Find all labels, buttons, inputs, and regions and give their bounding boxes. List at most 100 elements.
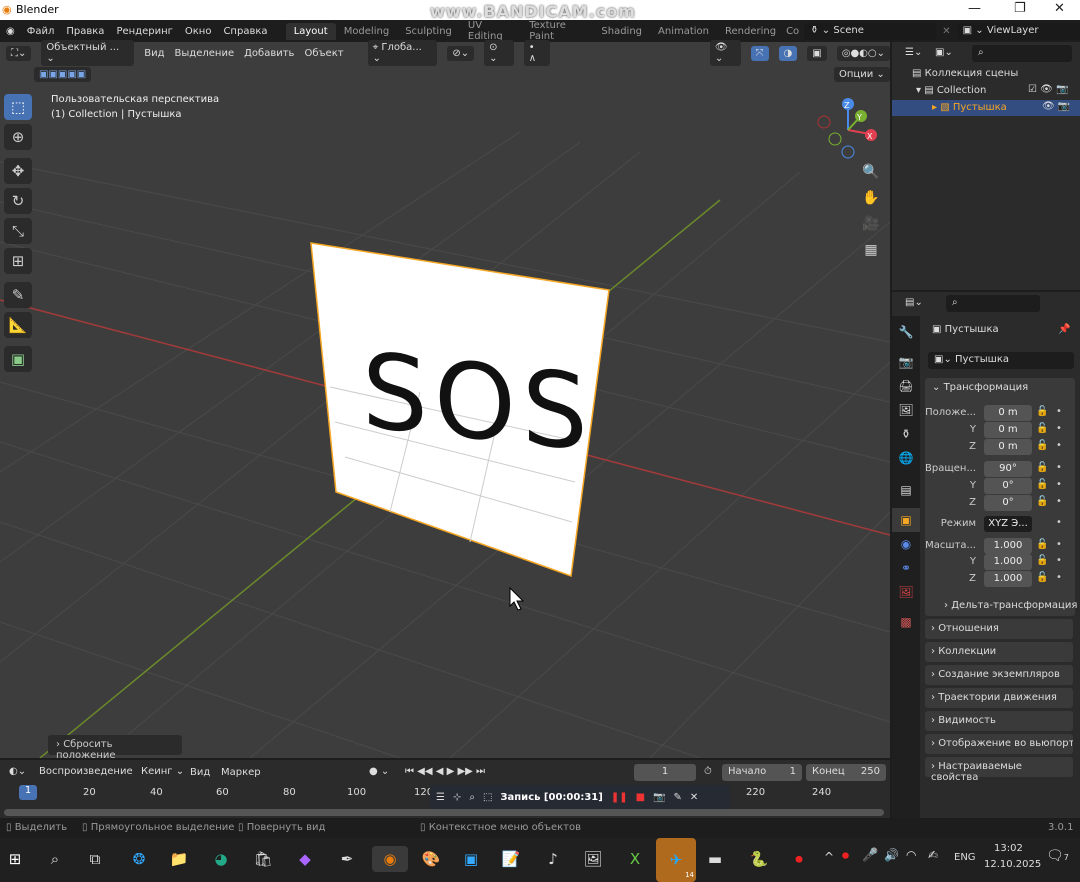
scene-close-icon[interactable]: ✕ bbox=[936, 26, 956, 37]
visibility-icon[interactable]: 👁⌄ bbox=[709, 40, 741, 66]
pen-icon[interactable]: ✍ bbox=[928, 848, 938, 862]
wifi-icon[interactable]: ◠ bbox=[906, 848, 916, 862]
viewlayer-selector[interactable]: ▣ ⌄ ViewLayer bbox=[956, 22, 1080, 40]
lock-icon[interactable]: 🔓 bbox=[1036, 406, 1048, 417]
xray-icon[interactable]: ▣ bbox=[807, 45, 827, 61]
end-frame-field[interactable]: Конец 250 bbox=[806, 764, 886, 781]
edge-icon[interactable]: ◕ bbox=[208, 846, 234, 872]
current-frame-field[interactable]: 1 bbox=[634, 764, 696, 781]
app-icon[interactable]: ✒ bbox=[334, 846, 360, 872]
object-name-field[interactable]: ▣⌄ Пустышка bbox=[928, 352, 1074, 369]
rotation-y-field[interactable]: 0° bbox=[984, 478, 1032, 494]
transform-tool-icon[interactable]: ⊞ bbox=[4, 248, 32, 274]
lock-icon[interactable]: 🔓 bbox=[1036, 496, 1048, 507]
properties-editor-type-icon[interactable]: ▤⌄ bbox=[900, 295, 928, 310]
options-button[interactable]: Опции ⌄ bbox=[834, 67, 890, 82]
menu-window[interactable]: Окно bbox=[179, 26, 218, 37]
panel-viewport-display[interactable]: › Отображение во вьюпорте bbox=[925, 734, 1073, 754]
scale-y-field[interactable]: 1.000 bbox=[984, 554, 1032, 570]
bandicam-icon[interactable]: ⏺ bbox=[786, 846, 812, 872]
menu-select[interactable]: Выделение bbox=[175, 48, 235, 59]
app-icon[interactable]: 🖼 bbox=[580, 846, 606, 872]
microphone-icon[interactable]: 🎤 bbox=[862, 848, 878, 863]
region-icon[interactable]: ⬚ bbox=[483, 792, 492, 803]
stop-icon[interactable]: ■ bbox=[636, 792, 645, 803]
shading-modes-icon[interactable]: ◎●◐○⌄ bbox=[836, 45, 890, 61]
rotate-tool-icon[interactable]: ↻ bbox=[4, 188, 32, 214]
app-icon[interactable]: 🎨 bbox=[418, 846, 444, 872]
zoom-view-icon[interactable]: 🔍 bbox=[860, 164, 882, 186]
keyframe-dot-icon[interactable]: • bbox=[1056, 462, 1062, 473]
volume-icon[interactable]: 🔊 bbox=[884, 848, 899, 862]
zoom-icon[interactable]: ⌕ bbox=[469, 792, 475, 803]
texture-tab-icon[interactable]: ▩ bbox=[892, 610, 920, 634]
editor-type-icon[interactable]: ⛶⌄ bbox=[6, 45, 32, 61]
app-icon[interactable]: ❂ bbox=[126, 846, 152, 872]
location-z-field[interactable]: 0 m bbox=[984, 439, 1032, 455]
object-toggles[interactable]: 👁 📷 bbox=[1042, 101, 1070, 112]
object-row-selected[interactable]: ▸ ▧ Пустышка 👁 📷 bbox=[892, 100, 1080, 116]
panel-relations[interactable]: › Отношения bbox=[925, 619, 1073, 639]
navigation-gizmo[interactable]: Z X Y bbox=[817, 98, 877, 159]
add-cube-tool-icon[interactable]: ▣ bbox=[4, 346, 32, 372]
panel-visibility[interactable]: › Видимость bbox=[925, 711, 1073, 731]
minimize-button[interactable]: — bbox=[968, 1, 981, 16]
output-tab-icon[interactable]: 🖨 bbox=[892, 374, 920, 398]
proportional-edit-icon[interactable]: • ∧ bbox=[523, 40, 550, 66]
panel-collections[interactable]: › Коллекции bbox=[925, 642, 1073, 662]
view-layer-tab-icon[interactable]: 🖼 bbox=[892, 398, 920, 422]
tray-record-icon[interactable]: ⏺ bbox=[842, 848, 849, 864]
keyframe-dot-icon[interactable]: • bbox=[1056, 440, 1062, 451]
tool-tab-icon[interactable]: 🔧 bbox=[892, 320, 920, 344]
pin-icon[interactable]: 📌 bbox=[1058, 324, 1070, 335]
scale-z-field[interactable]: 1.000 bbox=[984, 571, 1032, 587]
telegram-icon[interactable]: ✈ 14 bbox=[656, 838, 696, 882]
scale-x-field[interactable]: 1.000 bbox=[984, 538, 1032, 554]
menu-object[interactable]: Объект bbox=[304, 48, 343, 59]
task-view-icon[interactable]: ⧉ bbox=[82, 846, 108, 872]
menu-add[interactable]: Добавить bbox=[244, 48, 294, 59]
outliner-display-icon[interactable]: ☰⌄ bbox=[900, 45, 928, 60]
measure-tool-icon[interactable]: 📐 bbox=[4, 312, 32, 338]
orientation-selector[interactable]: ⌖ Глоба... ⌄ bbox=[367, 40, 438, 66]
blender-menu-icon[interactable]: ◉ bbox=[0, 26, 21, 37]
menu-file[interactable]: Файл bbox=[21, 26, 61, 37]
fit-icon[interactable]: ⊹ bbox=[453, 792, 461, 803]
notifications-icon[interactable]: 🗨7 bbox=[1046, 848, 1069, 864]
pivot-icon[interactable]: ⊘⌄ bbox=[447, 45, 475, 61]
menu-help[interactable]: Справка bbox=[217, 26, 273, 37]
timeline-scrollbar[interactable] bbox=[4, 809, 884, 816]
select-mode-icons[interactable]: ▣▣▣▣▣ bbox=[34, 67, 92, 82]
marker-menu[interactable]: Маркер bbox=[221, 767, 261, 778]
object-tab-icon[interactable]: ▣ bbox=[892, 508, 920, 532]
overlay-toggle-icon[interactable]: ◑ bbox=[778, 45, 798, 61]
mode-selector[interactable]: Объектный ... ⌄ bbox=[41, 40, 135, 66]
properties-search-input[interactable]: ⌕ bbox=[946, 295, 1040, 312]
scale-tool-icon[interactable]: ⤡ bbox=[4, 218, 32, 244]
auto-key-icon[interactable]: ● ⌄ bbox=[364, 764, 395, 779]
physics-tab-icon[interactable]: ◉ bbox=[892, 532, 920, 556]
move-tool-icon[interactable]: ✥ bbox=[4, 158, 32, 184]
delta-transform-subpanel[interactable]: › Дельта-трансформация bbox=[944, 600, 1077, 611]
python-icon[interactable]: 🐍 bbox=[746, 846, 772, 872]
recorder-close-icon[interactable]: ✕ bbox=[690, 792, 698, 803]
lock-icon[interactable]: 🔓 bbox=[1036, 555, 1048, 566]
keyframe-dot-icon[interactable]: • bbox=[1056, 555, 1062, 566]
menu-render[interactable]: Рендеринг bbox=[110, 26, 178, 37]
select-box-tool-icon[interactable]: ⬚ bbox=[4, 94, 32, 120]
location-y-field[interactable]: 0 m bbox=[984, 422, 1032, 438]
maximize-button[interactable]: ❐ bbox=[1014, 1, 1026, 16]
playhead[interactable]: 1 bbox=[19, 785, 37, 800]
clock-date[interactable]: 12.10.2025 bbox=[984, 859, 1041, 870]
keyframe-dot-icon[interactable]: • bbox=[1056, 496, 1062, 507]
outliner-search-input[interactable]: ⌕ bbox=[972, 45, 1072, 62]
language-indicator[interactable]: ENG bbox=[954, 852, 976, 863]
search-icon[interactable]: ⌕ bbox=[42, 846, 68, 872]
tab-rendering[interactable]: Rendering bbox=[717, 23, 784, 40]
data-tab-icon[interactable]: 🖼 bbox=[892, 580, 920, 604]
cursor-tool-icon[interactable]: ⊕ bbox=[4, 124, 32, 150]
blender-taskbar-icon[interactable]: ◉ bbox=[372, 846, 408, 872]
app-icon[interactable]: ♪ bbox=[540, 846, 566, 872]
keyframe-dot-icon[interactable]: • bbox=[1056, 539, 1062, 550]
collection-tab-icon[interactable]: ▤ bbox=[892, 478, 920, 502]
